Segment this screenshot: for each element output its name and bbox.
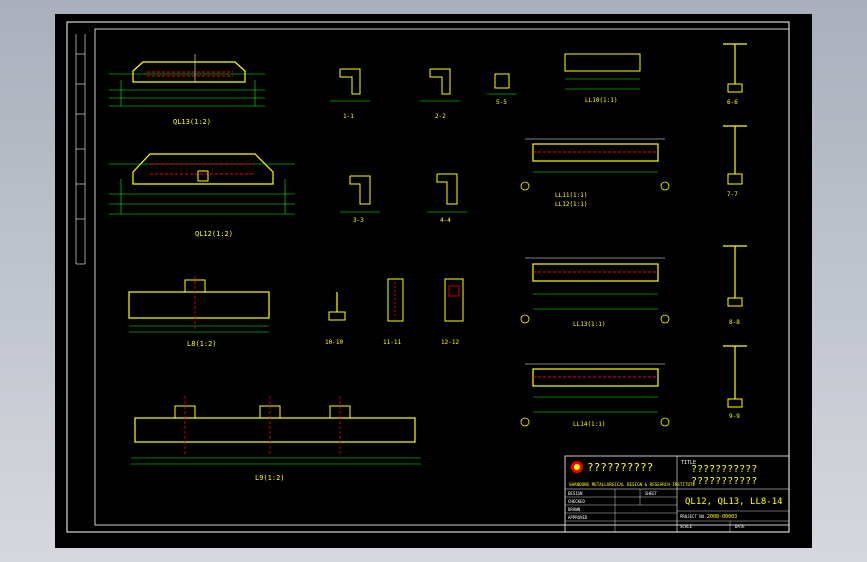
section-11-11-label: 11-11 bbox=[383, 339, 401, 346]
view-ql13[interactable]: QL13(1:2) bbox=[109, 54, 265, 126]
row-drawn: DRAWN bbox=[568, 507, 581, 512]
view-l9-label: L9(1:2) bbox=[255, 474, 285, 482]
row-approved: APPROVED bbox=[568, 515, 588, 520]
section-6-6[interactable]: 6-6 bbox=[723, 43, 747, 106]
view-ll11-label: LL11(1:1) bbox=[555, 192, 588, 199]
view-l8[interactable]: L8(1:2) bbox=[128, 276, 270, 348]
project-title-line2: ??????????? bbox=[691, 476, 757, 487]
row-checked: CHECKED bbox=[568, 499, 585, 504]
section-9-9[interactable]: 9-9 bbox=[723, 345, 747, 420]
section-2-2-label: 2-2 bbox=[435, 113, 446, 120]
section-12-12-label: 12-12 bbox=[441, 339, 459, 346]
section-11-11[interactable]: 11-11 bbox=[383, 278, 404, 346]
section-7-7-label: 7-7 bbox=[727, 191, 738, 198]
view-ql12[interactable]: QL12(1:2) bbox=[109, 153, 295, 238]
section-6-6-label: 6-6 bbox=[727, 99, 738, 106]
section-7-7[interactable]: 7-7 bbox=[723, 125, 747, 198]
company-name: ?????????? bbox=[587, 461, 653, 474]
scale-label: SCALE bbox=[680, 524, 693, 529]
view-ql12-label: QL12(1:2) bbox=[195, 230, 233, 238]
section-4-4-label: 4-4 bbox=[440, 217, 451, 224]
outer-frame bbox=[66, 21, 790, 533]
sheet-no-label: SHEET bbox=[645, 491, 658, 496]
view-ll10-label: LL10(1:1) bbox=[585, 97, 618, 104]
view-ll11[interactable]: LL11(1:1) LL12(1:1) bbox=[520, 138, 670, 208]
company-logo-core bbox=[574, 464, 580, 470]
view-l8-label: L8(1:2) bbox=[187, 340, 217, 348]
section-5-5[interactable]: 5-5 bbox=[487, 73, 517, 106]
inner-frame bbox=[94, 28, 790, 526]
drawing-canvas[interactable]: QL13(1:2) 1-1 2-2 5-5 LL10(1:1) 6-6 QL12… bbox=[55, 14, 812, 548]
view-ll10[interactable]: LL10(1:1) bbox=[564, 53, 641, 104]
section-3-3[interactable]: 3-3 bbox=[340, 175, 380, 224]
section-12-12[interactable]: 12-12 bbox=[441, 278, 464, 346]
section-1-1-label: 1-1 bbox=[343, 113, 354, 120]
section-3-3-label: 3-3 bbox=[353, 217, 364, 224]
view-ql13-label: QL13(1:2) bbox=[173, 118, 211, 126]
view-ll14[interactable]: LL14(1:1) bbox=[520, 363, 670, 428]
section-4-4[interactable]: 4-4 bbox=[427, 173, 467, 224]
title-block[interactable]: ?????????? SHANDONG METALLURGICAL DESIGN… bbox=[564, 455, 790, 533]
view-ll14-label: LL14(1:1) bbox=[573, 421, 606, 428]
project-no-label: PROJECT NO. bbox=[680, 514, 707, 519]
section-8-8[interactable]: 8-8 bbox=[723, 245, 747, 326]
section-2-2[interactable]: 2-2 bbox=[420, 68, 460, 120]
binding-strip bbox=[75, 34, 86, 265]
cad-viewport: QL13(1:2) 1-1 2-2 5-5 LL10(1:1) 6-6 QL12… bbox=[0, 0, 867, 562]
section-9-9-label: 9-9 bbox=[729, 413, 740, 420]
view-ll13[interactable]: LL13(1:1) bbox=[520, 257, 670, 328]
section-5-5-label: 5-5 bbox=[496, 99, 507, 106]
project-title-line1: ??????????? bbox=[691, 464, 757, 475]
section-1-1[interactable]: 1-1 bbox=[330, 68, 370, 120]
project-no: 2008-00003 bbox=[707, 514, 737, 520]
view-ll12-label: LL12(1:1) bbox=[555, 201, 588, 208]
view-l9[interactable]: L9(1:2) bbox=[131, 396, 421, 482]
view-ll13-label: LL13(1:1) bbox=[573, 321, 606, 328]
company-name-en: SHANDONG METALLURGICAL DESIGN & RESEARCH… bbox=[569, 482, 696, 487]
section-8-8-label: 8-8 bbox=[729, 319, 740, 326]
drawing-title: QL12, QL13, LL8-14 bbox=[685, 497, 783, 507]
drawing-sheet[interactable]: QL13(1:2) 1-1 2-2 5-5 LL10(1:1) 6-6 QL12… bbox=[55, 14, 812, 548]
row-design: DESIGN bbox=[568, 491, 583, 496]
section-10-10-label: 10-10 bbox=[325, 339, 343, 346]
section-10-10[interactable]: 10-10 bbox=[325, 292, 346, 346]
date-label: DATE bbox=[735, 524, 745, 529]
